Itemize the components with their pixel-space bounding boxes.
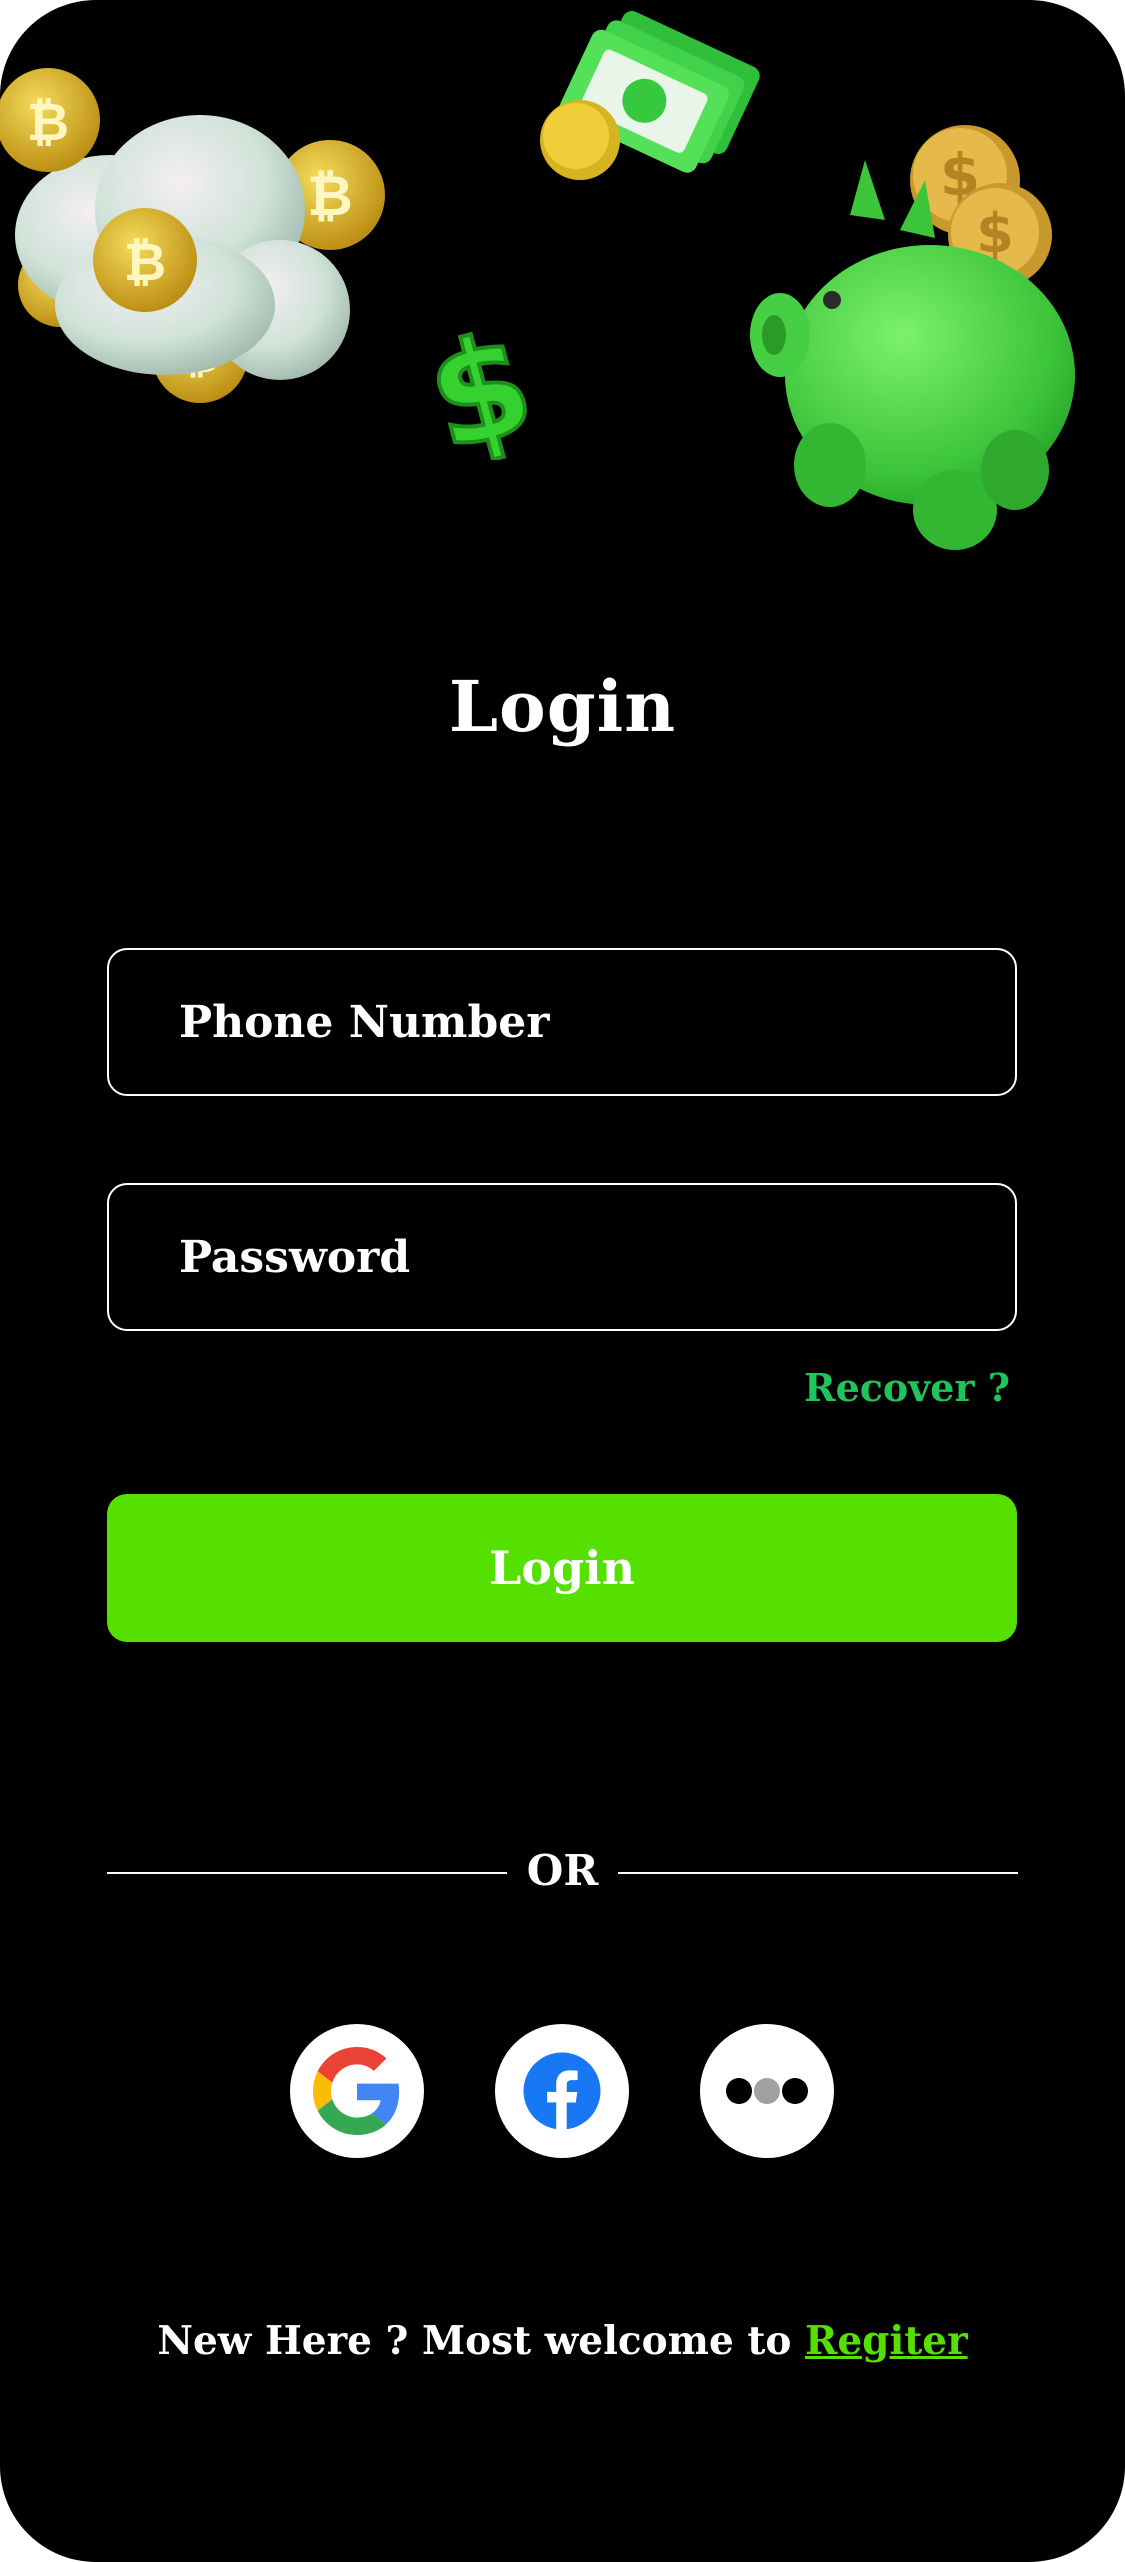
- svg-text:₿: ₿: [307, 164, 353, 229]
- svg-text:$: $: [425, 320, 535, 460]
- phone-number-input[interactable]: [109, 950, 1015, 1094]
- google-icon: [313, 2047, 400, 2135]
- password-field[interactable]: [107, 1183, 1017, 1331]
- google-login-button[interactable]: [290, 2024, 424, 2158]
- bitcoin-coins-cloud-illustration: ₿ ₿ ₿ ₿: [0, 68, 385, 403]
- more-options-button[interactable]: [700, 2024, 834, 2158]
- login-button[interactable]: Login: [107, 1494, 1017, 1642]
- svg-text:₿: ₿: [27, 93, 69, 153]
- or-divider-label: OR: [526, 1846, 599, 1895]
- login-screen: ₿ ₿ ₿ ₿ $: [0, 0, 1125, 2562]
- more-dots-icon: [726, 2078, 808, 2104]
- dollar-sign-illustration: $: [425, 320, 535, 460]
- facebook-icon: [523, 2052, 601, 2130]
- svg-text:₿: ₿: [124, 233, 166, 293]
- facebook-login-button[interactable]: [495, 2024, 629, 2158]
- divider-line-right: [618, 1872, 1018, 1874]
- register-prompt: New Here ? Most welcome to Regiter: [0, 2318, 1125, 2364]
- page-title: Login: [448, 665, 677, 748]
- register-prompt-text: New Here ? Most welcome to: [157, 2318, 805, 2364]
- piggy-bank-illustration: $ $: [750, 125, 1075, 550]
- register-link[interactable]: Regiter: [805, 2318, 968, 2364]
- recover-link[interactable]: Recover ?: [804, 1365, 1010, 1410]
- password-input[interactable]: [109, 1185, 1015, 1329]
- divider-line-left: [107, 1872, 507, 1874]
- cash-stack-illustration: [540, 11, 760, 180]
- phone-number-field[interactable]: [107, 948, 1017, 1096]
